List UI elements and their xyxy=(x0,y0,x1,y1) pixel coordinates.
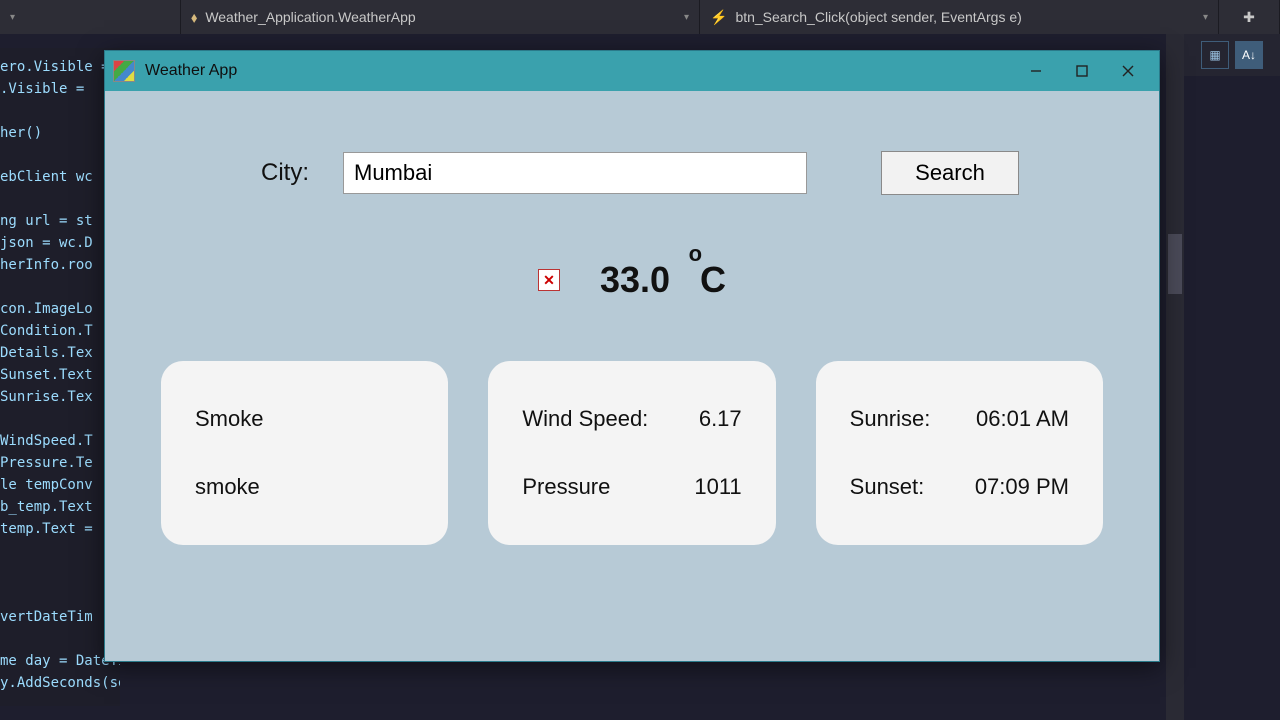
sunset-label: Sunset: xyxy=(850,474,925,500)
ide-split-button[interactable]: ✚ xyxy=(1219,0,1280,34)
city-label: City: xyxy=(261,159,309,187)
window-title: Weather App xyxy=(145,62,237,80)
condition-card: Smoke smoke xyxy=(161,361,448,545)
minimize-button[interactable] xyxy=(1013,51,1059,91)
wind-pressure-card: Wind Speed: 6.17 Pressure 1011 xyxy=(488,361,775,545)
ide-method-name: btn_Search_Click(object sender, EventArg… xyxy=(735,9,1021,25)
condition-main: Smoke xyxy=(195,406,414,432)
city-input[interactable] xyxy=(343,152,807,194)
wind-label: Wind Speed: xyxy=(522,406,648,432)
sunrise-value: 06:01 AM xyxy=(976,406,1069,432)
pressure-value: 1011 xyxy=(694,474,741,500)
info-cards: Smoke smoke Wind Speed: 6.17 Pressure 10… xyxy=(161,361,1103,545)
temperature-display: 33.0 o C xyxy=(600,259,726,301)
pressure-label: Pressure xyxy=(522,474,610,500)
window-titlebar[interactable]: Weather App xyxy=(105,51,1159,91)
wind-value: 6.17 xyxy=(699,406,742,432)
ide-scope-dropdown[interactable]: ▾ xyxy=(0,0,181,34)
sunset-value: 07:09 PM xyxy=(975,474,1069,500)
condition-detail: smoke xyxy=(195,474,414,500)
sun-card: Sunrise: 06:01 AM Sunset: 07:09 PM xyxy=(816,361,1103,545)
ide-class-dropdown[interactable]: ⬧ Weather_Application.WeatherApp ▾ xyxy=(181,0,700,34)
maximize-button[interactable] xyxy=(1059,51,1105,91)
temperature-value: 33.0 xyxy=(600,259,670,300)
ide-class-name: Weather_Application.WeatherApp xyxy=(205,9,415,25)
categorize-icon[interactable]: ▦ xyxy=(1201,41,1229,69)
sunrise-label: Sunrise: xyxy=(850,406,931,432)
weather-icon-broken: ✕ xyxy=(538,269,560,291)
app-icon xyxy=(113,60,135,82)
search-button[interactable]: Search xyxy=(881,151,1019,195)
ide-code-editor: ero.Visible = true; .Visible = her() ebC… xyxy=(0,48,120,706)
search-row: City: Search xyxy=(261,151,1103,195)
ide-properties-toolbar: ▦ A↓ xyxy=(1184,34,1280,76)
weather-app-window: Weather App City: Search ✕ 33.0 o C Smok… xyxy=(104,50,1160,662)
temperature-row: ✕ 33.0 o C xyxy=(161,259,1103,301)
ide-method-dropdown[interactable]: ⚡ btn_Search_Click(object sender, EventA… xyxy=(700,0,1219,34)
temperature-unit: C xyxy=(700,259,726,300)
close-button[interactable] xyxy=(1105,51,1151,91)
ide-scrollbar[interactable] xyxy=(1166,34,1184,720)
degree-symbol: o xyxy=(689,241,702,267)
ide-scrollbar-thumb[interactable] xyxy=(1168,234,1182,294)
sort-az-icon[interactable]: A↓ xyxy=(1235,41,1263,69)
ide-breadcrumb-bar: ▾ ⬧ Weather_Application.WeatherApp ▾ ⚡ b… xyxy=(0,0,1280,34)
